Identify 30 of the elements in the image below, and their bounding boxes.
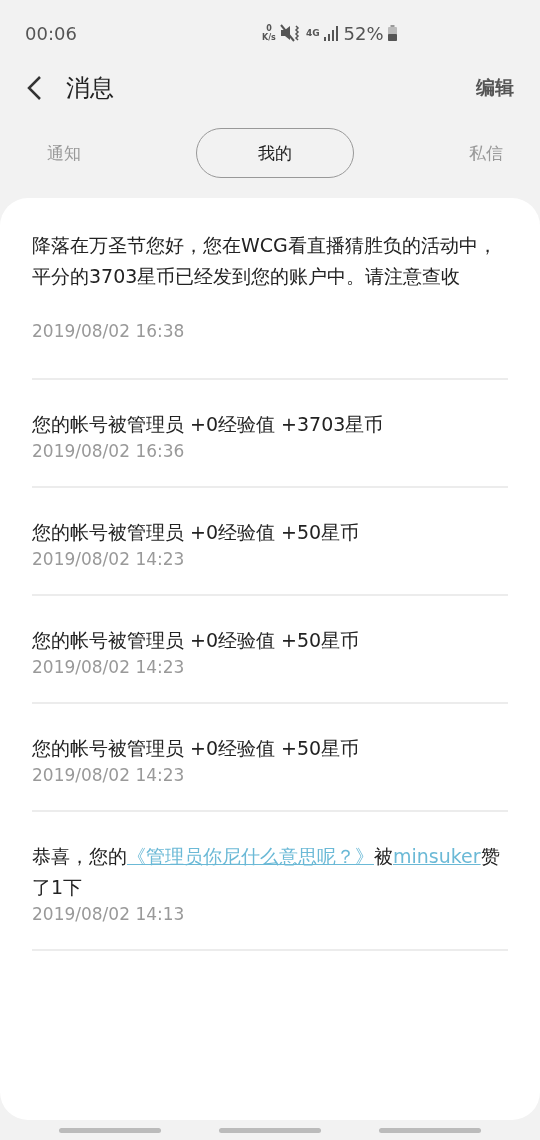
- tab[interactable]: 私信: [434, 128, 510, 178]
- link[interactable]: 《管理员你尼什么意思呢？》: [127, 845, 374, 867]
- message-text: 您的帐号被管理员 +0经验值 +50星币: [32, 520, 361, 545]
- network-type: 4G: [305, 28, 320, 38]
- back-icon[interactable]: [26, 75, 42, 101]
- message-time: 2019/08/02 14:23: [32, 656, 186, 678]
- battery-icon: [387, 25, 397, 41]
- battery-level: 52%: [343, 22, 384, 44]
- message-text: 恭喜，您的《管理员你尼什么意思呢？》被minsuker赞了1下: [32, 844, 501, 900]
- tab[interactable]: 通知: [40, 128, 116, 178]
- message-text: 您的帐号被管理员 +0经验值 +3703星币: [32, 412, 385, 437]
- network-speed: 0 K/s: [262, 24, 276, 42]
- message-time: 2019/08/02 16:36: [32, 440, 186, 462]
- edit-button[interactable]: 编辑: [476, 75, 514, 101]
- link[interactable]: minsuker: [393, 845, 481, 867]
- message-time: 2019/08/02 14:23: [32, 548, 186, 570]
- nav-handle[interactable]: [219, 1128, 321, 1133]
- clock: 00:06: [25, 22, 77, 44]
- message-text: 降落在万圣节您好，您在WCG看直播猜胜负的活动中，平分的3703星币已经发到您的账户中。请注意查收: [32, 233, 498, 289]
- nav-handle[interactable]: [379, 1128, 481, 1133]
- message-text: 您的帐号被管理员 +0经验值 +50星币: [32, 628, 361, 653]
- signal-icon: [323, 25, 340, 41]
- message-time: 2019/08/02 14:13: [32, 903, 186, 925]
- page-title: 消息: [66, 73, 114, 104]
- message-text: 您的帐号被管理员 +0经验值 +50星币: [32, 736, 361, 761]
- message-time: 2019/08/02 16:38: [32, 320, 186, 342]
- tab[interactable]: 我的: [196, 128, 354, 178]
- nav-handle[interactable]: [59, 1128, 161, 1133]
- message-time: 2019/08/02 14:23: [32, 764, 186, 786]
- mute-vibrate-icon: [279, 24, 302, 42]
